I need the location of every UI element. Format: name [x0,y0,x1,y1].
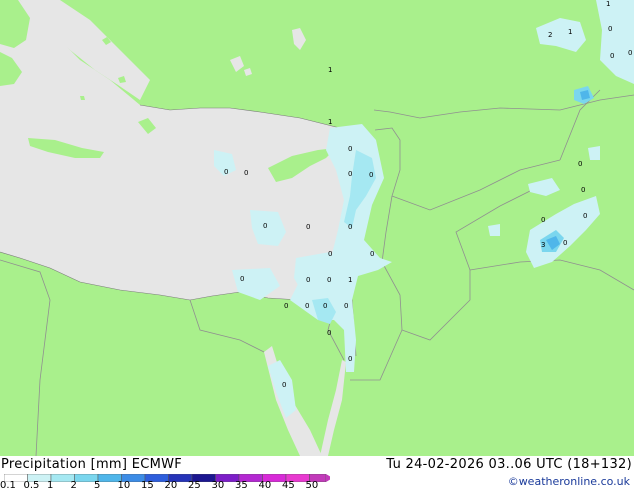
map-footer: Precipitation [mm] ECMWF Tu 24-02-2026 0… [0,456,634,492]
station-value: 0 [370,250,374,258]
station-value: 0 [369,171,373,179]
station-value: 0 [541,216,545,224]
variable-label: Precipitation [mm] [1,457,128,472]
station-value: 0 [284,302,288,310]
legend-label: 45 [282,480,295,491]
valid-time: Tu 24-02-2026 03..06 UTC (18+132) [386,457,632,472]
legend-label: 20 [164,480,178,491]
station-value: 0 [323,302,327,310]
station-value: 0 [348,145,352,153]
station-value: 2 [548,31,552,39]
station-value: 0 [328,250,332,258]
legend-label: 15 [141,480,154,491]
legend-label: 1 [47,480,54,491]
legend-label: 10 [117,480,131,491]
precip-iraq-south [526,196,600,268]
credit-link[interactable]: ©weatheronline.co.uk [508,475,630,488]
station-value: 0 [224,168,228,176]
precip-iran-northeast [596,0,634,84]
legend-label: 25 [188,480,201,491]
station-value: 0 [263,222,267,230]
station-value: 0 [305,302,309,310]
station-value: 0 [578,160,582,168]
station-value: 1 [606,0,610,8]
station-value: 1 [348,276,352,284]
station-value: 0 [610,52,614,60]
station-value: 1 [568,28,572,36]
station-value: 0 [344,302,348,310]
legend-label: 0.1 [0,480,16,491]
black-sea-edge [380,0,634,2]
map-title: Precipitation [mm] ECMWF [1,457,182,472]
station-value: 0 [583,212,587,220]
station-value: 0 [563,239,567,247]
station-value: 0 [581,186,585,194]
map-canvas: 1 1 2 1 0 0 0 1 0 0 0 0 0 0 0 0 0 0 0 0 … [0,0,634,456]
precipitation-map: 1 1 2 1 0 0 0 1 0 0 0 0 0 0 0 0 0 0 0 0 … [0,0,634,456]
station-value: 1 [328,66,332,74]
legend-label: 0.5 [23,480,40,491]
station-value: 0 [240,275,244,283]
station-value: 3 [541,241,545,249]
legend-label: 50 [305,480,319,491]
legend-labels: 0.1 0.5 1 2 5 10 15 20 25 30 35 40 45 50 [0,480,340,492]
legend-label: 40 [258,480,272,491]
precip-iran-patch-2 [588,146,600,160]
legend-label: 5 [94,480,101,491]
station-value: 0 [348,355,352,363]
station-value: 0 [327,329,331,337]
station-value: 0 [306,276,310,284]
precip-iran-north [536,18,586,52]
lake-1 [230,56,244,72]
station-value: 0 [327,276,331,284]
legend-label: 30 [211,480,225,491]
station-value: 0 [348,223,352,231]
station-value: 0 [282,381,286,389]
lake-2 [244,68,252,76]
gulf-of-aqaba [320,360,346,456]
station-value: 0 [628,49,632,57]
station-value: 0 [244,169,248,177]
station-value: 0 [348,170,352,178]
precip-iraq-east [528,178,560,196]
legend-label: 2 [70,480,77,491]
legend-label: 35 [235,480,248,491]
station-value: 0 [608,25,612,33]
marmara-sea [292,28,306,50]
model-label: ECMWF [131,457,183,472]
station-value: 0 [306,223,310,231]
station-value: 1 [328,118,332,126]
precip-iraq-patch-2 [488,224,500,236]
